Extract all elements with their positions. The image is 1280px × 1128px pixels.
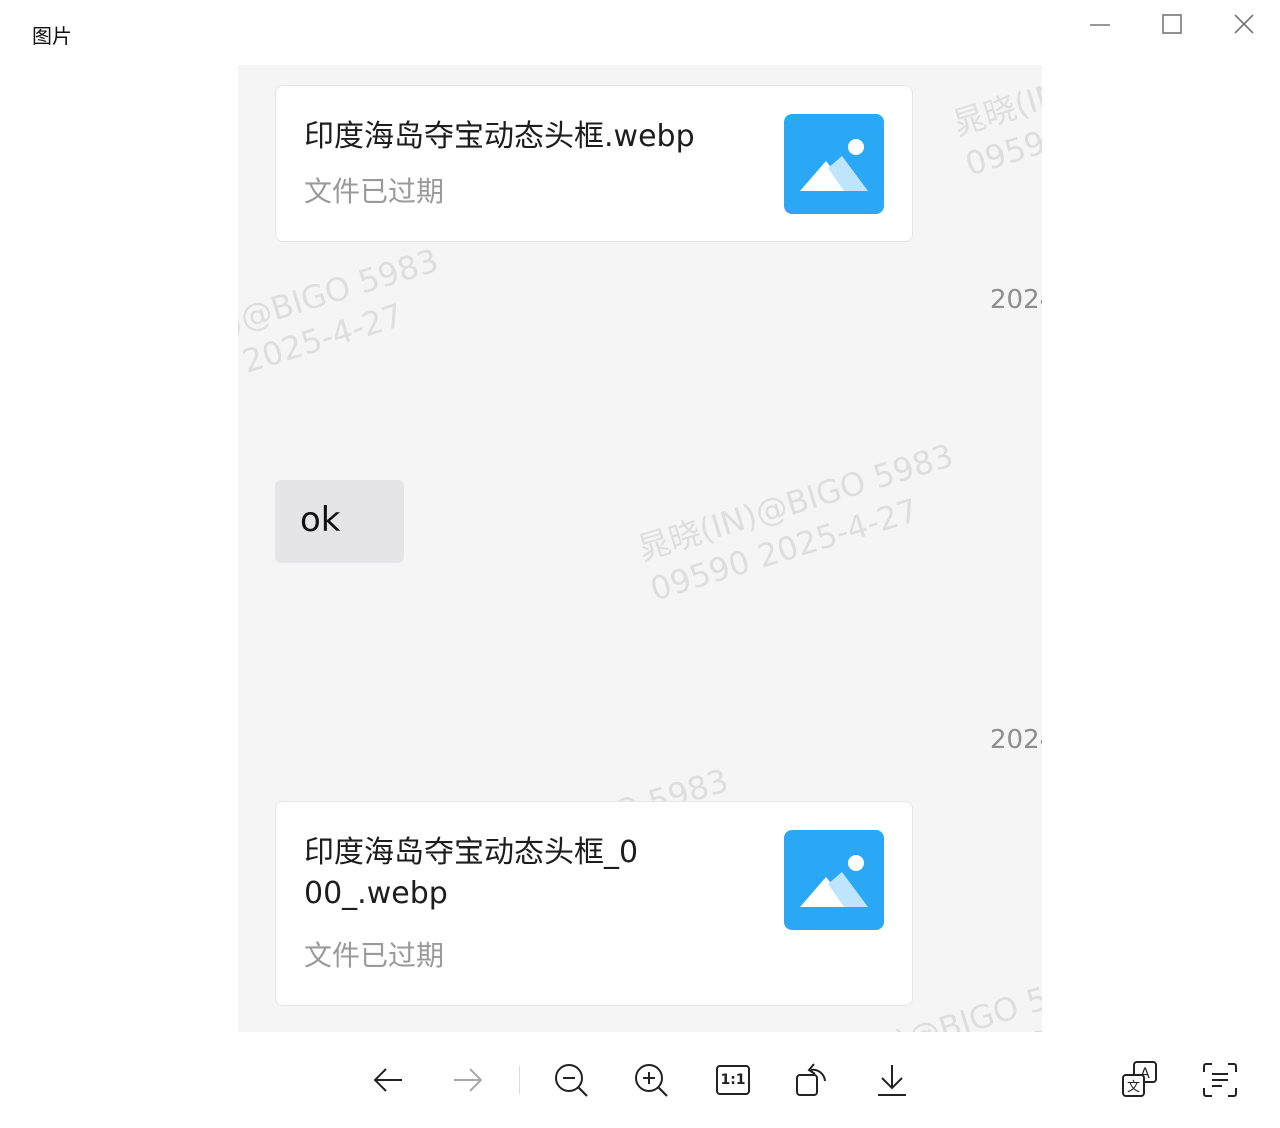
maximize-button[interactable] [1154, 8, 1190, 40]
download-button[interactable] [870, 1058, 914, 1102]
maximize-icon [1162, 14, 1182, 34]
file-status: 文件已过期 [304, 939, 445, 972]
image-canvas[interactable]: 晁晓(IN)@BIGO 5983 09590 2025-4-27 晁晓(IN)@… [238, 65, 1042, 1032]
message-text: ok [300, 500, 341, 540]
arrow-right-icon [454, 1068, 483, 1092]
text-recognize-button[interactable] [1198, 1058, 1242, 1102]
close-icon [1234, 14, 1254, 34]
download-icon [878, 1065, 906, 1096]
image-viewer-window: 图片 晁晓(IN)@BIGO 5983 09590 2025-4-27 晁晓(I… [0, 0, 1280, 1128]
minimize-icon [1090, 24, 1110, 26]
zoom-in-button[interactable] [629, 1058, 673, 1102]
image-file-icon [784, 830, 884, 930]
rotate-icon [796, 1063, 826, 1096]
file-message-card[interactable]: 印度海岛夺宝动态头框.webp 文件已过期 [275, 85, 913, 242]
toolbar-divider [519, 1066, 520, 1094]
close-button[interactable] [1226, 8, 1262, 40]
zoom-in-icon [635, 1064, 668, 1097]
zoom-out-icon [555, 1064, 588, 1097]
timestamp: 2024 [990, 725, 1042, 755]
watermark: 晁晓(IN)@BIGO 5983 09590 2025-4-27 [633, 436, 958, 609]
zoom-out-button[interactable] [549, 1058, 593, 1102]
file-message-card[interactable]: 印度海岛夺宝动态头框_000_.webp 文件已过期 [275, 801, 913, 1006]
arrow-left-icon [373, 1068, 402, 1092]
minimize-button[interactable] [1082, 8, 1118, 40]
file-name: 印度海岛夺宝动态头框.webp [304, 119, 695, 154]
previous-image-button[interactable] [366, 1058, 410, 1102]
image-file-icon [784, 114, 884, 214]
translate-icon: A 文 [1122, 1061, 1157, 1097]
window-title: 图片 [32, 24, 72, 48]
timestamp: 2024 [990, 285, 1042, 315]
rotate-button[interactable] [790, 1058, 834, 1102]
actual-size-icon: 1:1 [716, 1065, 750, 1095]
watermark: 晁晓(IN)@BIGO 5983 09590 2025-4-27 [238, 241, 443, 413]
text-message-bubble[interactable]: ok [275, 480, 404, 563]
file-status: 文件已过期 [304, 175, 445, 208]
translate-button[interactable]: A 文 [1118, 1058, 1162, 1102]
watermark: 晁晓(IN)@BIGO 5983 09590 2025-4-27 [948, 65, 1042, 184]
actual-size-button[interactable]: 1:1 [711, 1058, 755, 1102]
file-name: 印度海岛夺宝动态头框_000_.webp [304, 835, 639, 911]
svg-text:文: 文 [1127, 1080, 1140, 1095]
next-image-button[interactable] [446, 1058, 490, 1102]
text-recognize-icon [1203, 1063, 1237, 1097]
